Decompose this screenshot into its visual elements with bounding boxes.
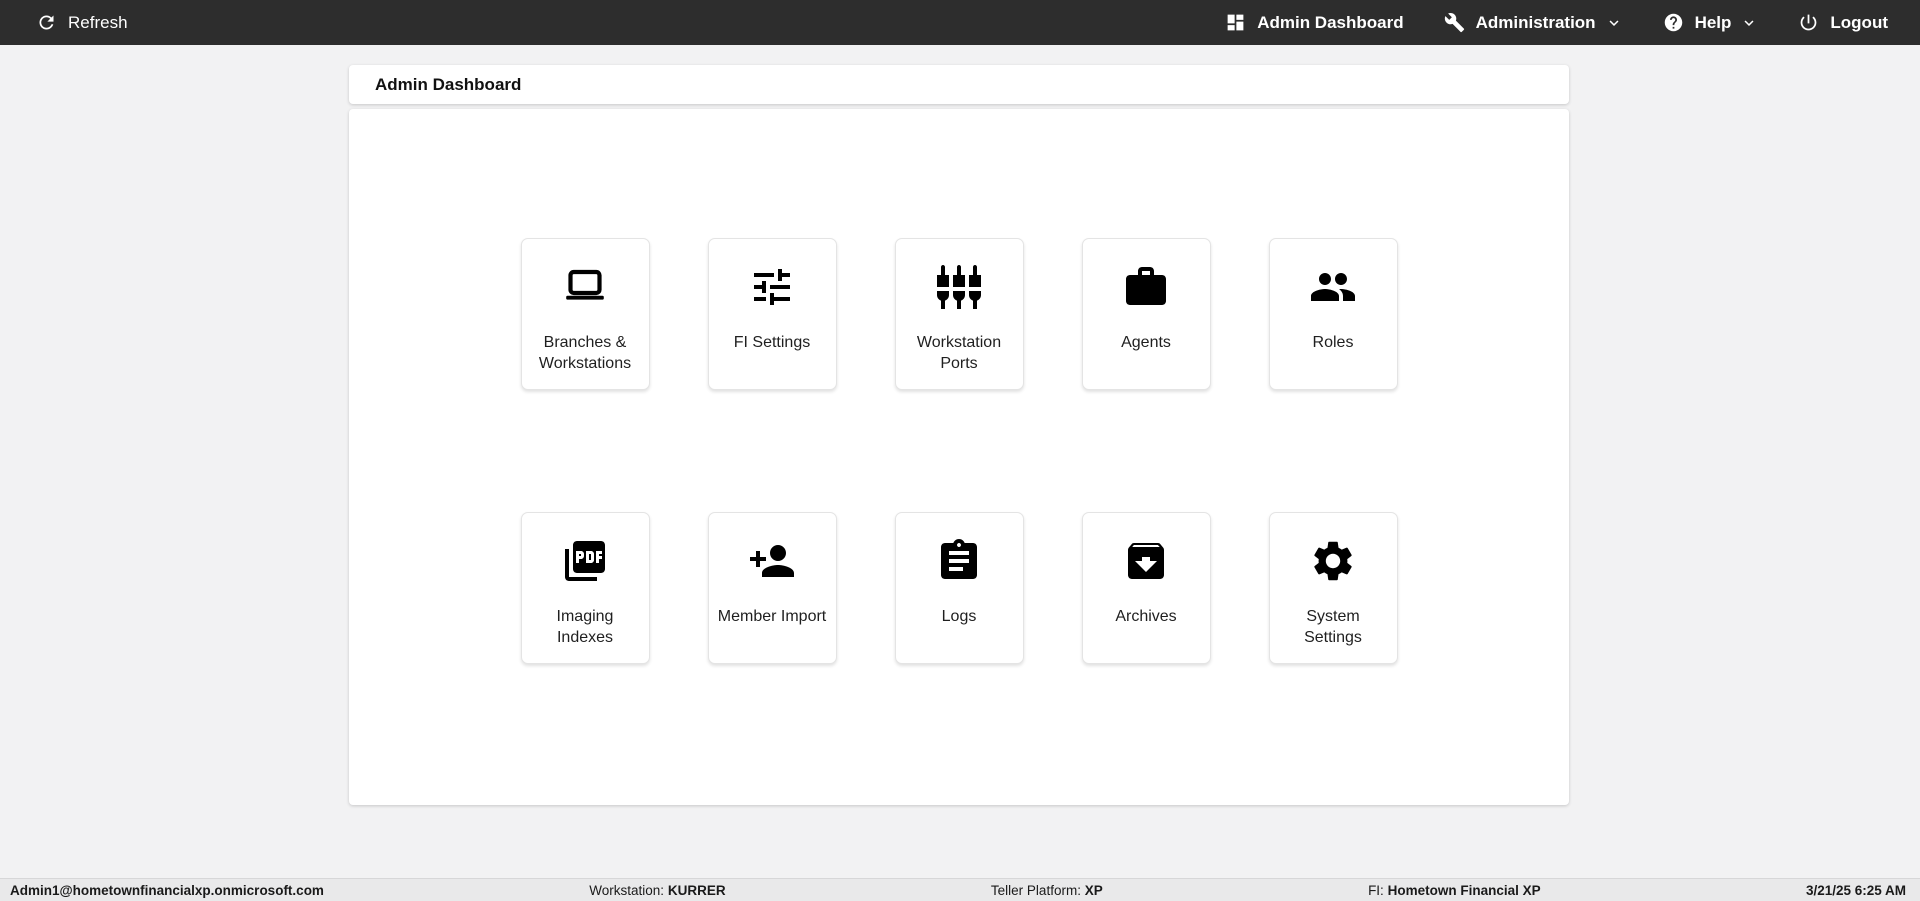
tile-grid: Branches & Workstations FI Settings Work… xyxy=(520,238,1398,664)
status-teller-platform-label: Teller Platform: xyxy=(990,882,1081,898)
refresh-button[interactable]: Refresh xyxy=(36,12,128,33)
person-add-icon xyxy=(748,537,796,585)
status-workstation: Workstation: KURRER xyxy=(589,883,725,898)
gear-icon xyxy=(1309,537,1357,585)
tile-imaging-indexes[interactable]: Imaging Indexes xyxy=(520,512,650,664)
tile-label: Agents xyxy=(1121,334,1171,351)
tile-label: Member Import xyxy=(717,608,827,625)
tile-archives[interactable]: Archives xyxy=(1081,512,1211,664)
page-title: Admin Dashboard xyxy=(375,74,522,94)
tile-label: Workstation Ports xyxy=(916,334,1002,372)
refresh-label: Refresh xyxy=(68,12,128,32)
people-icon xyxy=(1309,263,1357,311)
status-fi-label: FI: xyxy=(1368,882,1384,898)
tile-roles[interactable]: Roles xyxy=(1268,238,1398,390)
pdf-icon xyxy=(561,537,609,585)
help-icon xyxy=(1663,12,1684,33)
chevron-down-icon xyxy=(1740,14,1758,32)
tile-label: Logs xyxy=(941,608,977,625)
status-workstation-label: Workstation: xyxy=(589,882,665,898)
tile-label: System Settings xyxy=(1304,608,1362,646)
tile-member-import[interactable]: Member Import xyxy=(707,512,837,664)
archive-icon xyxy=(1122,537,1170,585)
logout-button[interactable]: Logout xyxy=(1798,12,1888,33)
status-fi: FI: Hometown Financial XP xyxy=(1368,883,1541,898)
tile-workstation-ports[interactable]: Workstation Ports xyxy=(894,238,1024,390)
nav-administration-menu[interactable]: Administration xyxy=(1444,12,1623,33)
tile-branches-workstations[interactable]: Branches & Workstations xyxy=(520,238,650,390)
nav-admin-dashboard[interactable]: Admin Dashboard xyxy=(1225,12,1404,33)
status-workstation-value: KURRER xyxy=(667,882,726,898)
tile-label: Branches & Workstations xyxy=(538,334,632,372)
tile-label: Roles xyxy=(1312,334,1354,351)
tile-label: Archives xyxy=(1115,608,1177,625)
tile-logs[interactable]: Logs xyxy=(894,512,1024,664)
nav-help-menu[interactable]: Help xyxy=(1663,12,1759,33)
status-user: Admin1@hometownfinancialxp.onmicrosoft.c… xyxy=(10,882,324,898)
status-teller-platform-value: XP xyxy=(1084,882,1103,898)
wrench-icon xyxy=(1444,12,1465,33)
briefcase-icon xyxy=(1122,263,1170,311)
tile-label: Imaging Indexes xyxy=(556,608,614,646)
status-bar: Admin1@hometownfinancialxp.onmicrosoft.c… xyxy=(0,878,1920,901)
top-navigation-bar: Refresh Admin Dashboard Administration H… xyxy=(0,0,1920,45)
status-teller-platform: Teller Platform: XP xyxy=(991,883,1103,898)
nav-administration-label: Administration xyxy=(1475,12,1596,32)
status-fi-value: Hometown Financial XP xyxy=(1387,882,1541,898)
chevron-down-icon xyxy=(1605,14,1623,32)
tile-system-settings[interactable]: System Settings xyxy=(1268,512,1398,664)
page-title-bar: Admin Dashboard xyxy=(349,65,1569,104)
tile-label: FI Settings xyxy=(733,334,811,351)
dashboard-content-card: Branches & Workstations FI Settings Work… xyxy=(349,109,1569,805)
refresh-icon xyxy=(36,12,57,33)
logout-label: Logout xyxy=(1830,12,1888,32)
status-datetime: 3/21/25 6:25 AM xyxy=(1805,882,1906,898)
input-component-icon xyxy=(935,263,983,311)
dashboard-icon xyxy=(1225,12,1246,33)
nav-admin-dashboard-label: Admin Dashboard xyxy=(1257,12,1404,32)
power-icon xyxy=(1798,12,1819,33)
laptop-icon xyxy=(561,263,609,311)
clipboard-icon xyxy=(935,537,983,585)
tune-sliders-icon xyxy=(748,263,796,311)
tile-fi-settings[interactable]: FI Settings xyxy=(707,238,837,390)
nav-help-label: Help xyxy=(1694,12,1732,32)
tile-agents[interactable]: Agents xyxy=(1081,238,1211,390)
